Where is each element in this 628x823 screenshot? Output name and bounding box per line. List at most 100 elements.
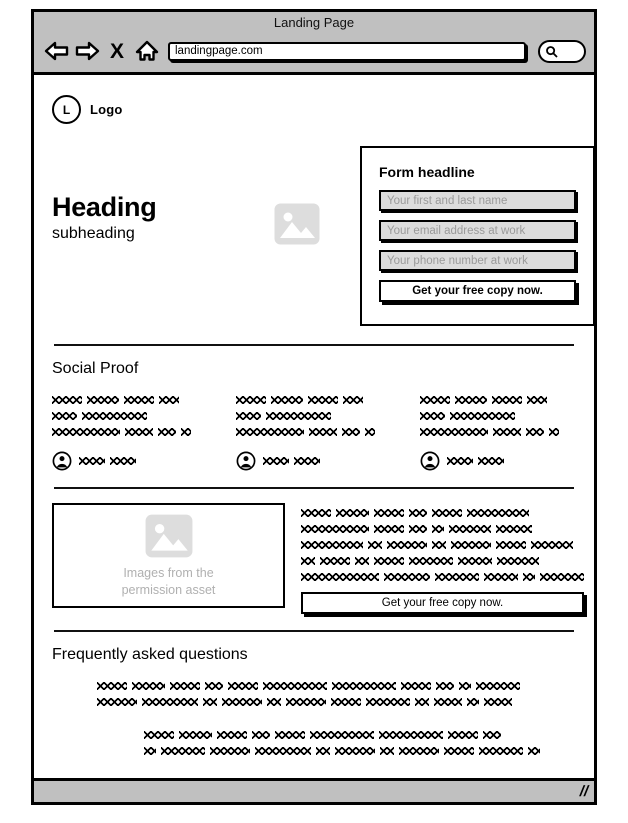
scribble-word <box>236 427 304 436</box>
testimonial-body <box>52 394 208 437</box>
image-placeholder-icon <box>274 203 320 245</box>
form-submit-button[interactable]: Get your free copy now. <box>379 280 576 302</box>
scribble-word <box>420 395 450 404</box>
scribble-line <box>301 507 584 518</box>
scribble-word <box>374 524 404 533</box>
url-text: landingpage.com <box>175 45 263 57</box>
scribble-word <box>158 427 176 436</box>
scribble-word <box>366 697 410 706</box>
scribble-word <box>401 681 431 690</box>
scribble-word <box>79 457 105 465</box>
lead-form: Form headline Your first and last name Y… <box>360 146 594 326</box>
scribble-word <box>52 427 120 436</box>
scribble-word <box>309 427 337 436</box>
scribble-line <box>236 394 392 405</box>
name-field[interactable]: Your first and last name <box>379 190 576 211</box>
scribble-word <box>301 508 331 517</box>
scribble-word <box>492 395 522 404</box>
search-button[interactable] <box>538 39 586 63</box>
logo-mark-icon: L <box>52 95 81 124</box>
scribble-word <box>365 427 375 436</box>
stop-close-glyph: X <box>109 39 124 63</box>
scribble-word <box>447 457 473 465</box>
scribble-word <box>458 556 492 565</box>
testimonial-item <box>236 394 392 471</box>
scribble-word <box>97 697 137 706</box>
email-field-placeholder: Your email address at work <box>387 224 526 237</box>
asset-cta-button[interactable]: Get your free copy now. <box>301 592 584 614</box>
forward-arrow-icon[interactable] <box>72 38 102 64</box>
scribble-word <box>203 697 217 706</box>
scribble-word <box>467 697 479 706</box>
scribble-word <box>301 540 363 549</box>
scribble-word <box>267 697 281 706</box>
asset-caption: Images from the permission asset <box>122 565 216 599</box>
scribble-word <box>52 395 82 404</box>
scribble-word <box>301 556 315 565</box>
scribble-word <box>380 746 394 755</box>
scribble-word <box>271 395 303 404</box>
form-headline: Form headline <box>379 164 475 180</box>
email-field[interactable]: Your email address at work <box>379 220 576 241</box>
scribble-line <box>144 745 576 756</box>
section-divider <box>54 630 574 632</box>
scribble-word <box>210 746 250 755</box>
scribble-word <box>275 730 305 739</box>
scribble-word <box>144 730 174 739</box>
resize-grip-icon[interactable]: // <box>578 783 590 800</box>
section-divider <box>54 487 574 489</box>
testimonial-author-name <box>447 456 504 467</box>
scribble-line <box>263 456 320 467</box>
scribble-word <box>263 457 289 465</box>
image-placeholder-icon <box>145 514 192 557</box>
scribble-word <box>523 572 535 581</box>
scribble-word <box>528 746 540 755</box>
scribble-word <box>484 697 512 706</box>
scribble-word <box>332 681 396 690</box>
scribble-word <box>263 681 327 690</box>
scribble-word <box>435 572 479 581</box>
magnifier-icon <box>546 45 558 58</box>
phone-field-placeholder: Your phone number at work <box>387 254 528 267</box>
url-input[interactable]: landingpage.com <box>168 41 526 61</box>
stop-close-icon[interactable]: X <box>102 38 132 64</box>
scribble-word <box>459 681 471 690</box>
testimonial-author-name <box>263 456 320 467</box>
home-icon[interactable] <box>132 38 162 64</box>
scribble-word <box>420 427 488 436</box>
wireframe-page: Landing Page X landingpage.com L Logo He… <box>0 0 628 823</box>
user-avatar-icon <box>52 451 72 471</box>
scribble-word <box>432 508 462 517</box>
name-field-placeholder: Your first and last name <box>387 194 508 207</box>
scribble-word <box>335 746 375 755</box>
scribble-word <box>355 556 369 565</box>
scribble-word <box>286 697 326 706</box>
scribble-word <box>132 681 165 690</box>
scribble-line <box>301 571 584 582</box>
site-logo[interactable]: L Logo <box>52 75 576 124</box>
logo-label: Logo <box>90 102 123 117</box>
scribble-word <box>409 524 427 533</box>
testimonial-author <box>236 451 392 471</box>
user-avatar-icon <box>420 451 440 471</box>
phone-field[interactable]: Your phone number at work <box>379 250 576 271</box>
scribble-word <box>205 681 223 690</box>
scribble-word <box>526 427 544 436</box>
scribble-word <box>222 697 262 706</box>
scribble-word <box>436 681 454 690</box>
testimonial-row <box>52 394 576 471</box>
scribble-word <box>161 746 205 755</box>
back-arrow-icon[interactable] <box>42 38 72 64</box>
scribble-word <box>448 730 478 739</box>
scribble-line <box>420 410 576 421</box>
scribble-line <box>236 426 392 437</box>
scribble-word <box>336 508 369 517</box>
scribble-word <box>301 524 369 533</box>
scribble-word <box>434 697 462 706</box>
scribble-word <box>320 556 350 565</box>
asset-image-placeholder: Images from the permission asset <box>52 503 285 608</box>
scribble-word <box>266 411 331 420</box>
scribble-word <box>409 508 427 517</box>
scribble-word <box>368 540 382 549</box>
scribble-line <box>420 426 576 437</box>
